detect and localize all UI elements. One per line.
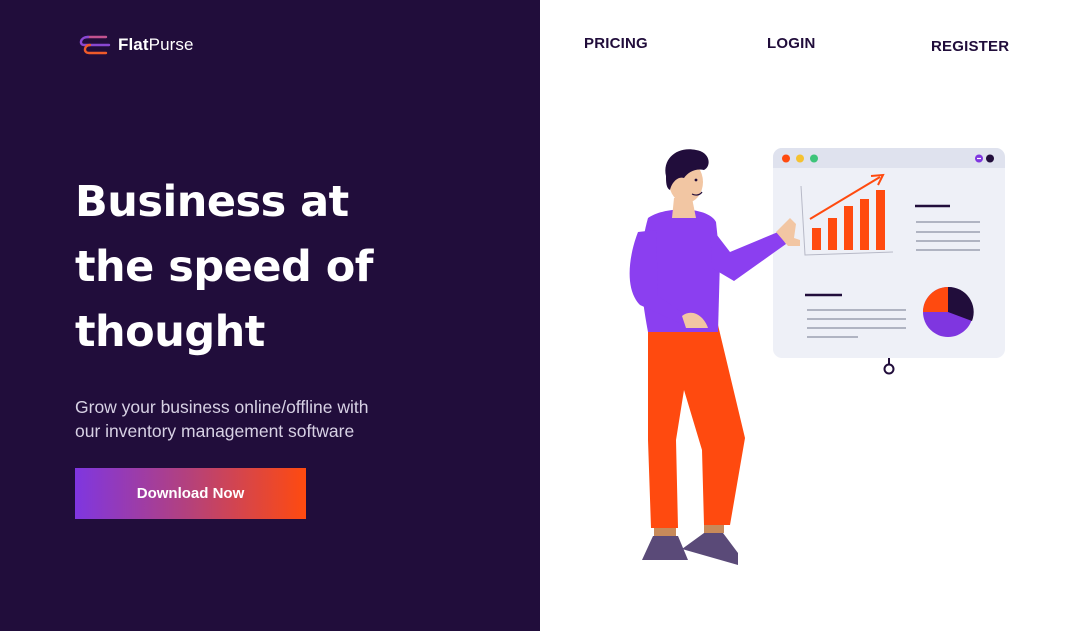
hero-panel: FlatPurse Business at the speed of thoug… [0,0,540,631]
hero-title-line: thought [75,307,265,357]
brand-logo[interactable]: FlatPurse [76,33,194,57]
hero-subtitle: Grow your business online/offline with o… [75,395,368,443]
hero-title-line: Business at [75,177,349,227]
flatpurse-logo-icon [79,35,111,55]
hero-subtitle-line: Grow your business online/offline with [75,397,369,417]
brand-name: FlatPurse [118,35,194,54]
nav-register-link[interactable]: REGISTER [931,38,1009,55]
dashboard-board [773,148,1005,375]
hero-title: Business at the speed of thought [75,170,374,365]
hero-title-line: the speed of [75,242,374,292]
nav-pricing-link[interactable]: PRICING [584,35,648,52]
download-now-button[interactable]: Download Now [75,468,306,519]
hero-subtitle-line: our inventory management software [75,421,355,441]
nav-login-link[interactable]: LOGIN [767,35,816,52]
man-presenting-dashboard-illustration [629,148,1005,565]
top-nav: PRICING LOGIN REGISTER [540,0,1080,80]
